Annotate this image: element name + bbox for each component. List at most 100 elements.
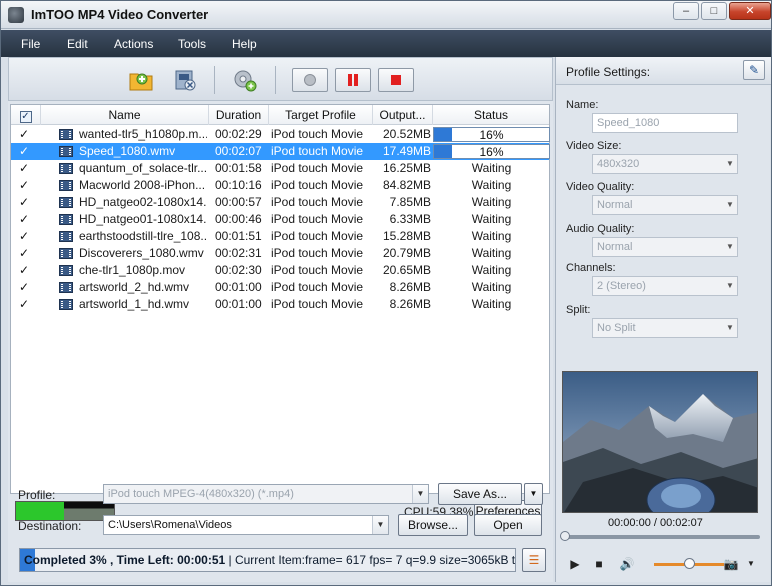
profile-select[interactable]: iPod touch MPEG-4(480x320) (*.mp4) ▼: [103, 484, 429, 504]
cell-status: Waiting: [471, 229, 512, 243]
cell-duration: 00:01:51: [215, 229, 262, 243]
name-input[interactable]: Speed_1080: [592, 113, 738, 133]
column-name[interactable]: Name: [41, 105, 209, 125]
cell-status: 16%: [479, 128, 504, 142]
toolbar: [8, 57, 553, 101]
toolbar-separator: [275, 66, 276, 94]
cell-status: Waiting: [471, 161, 512, 175]
video-size-value: 480x320: [597, 158, 640, 170]
menu-file[interactable]: File: [21, 37, 40, 51]
maximize-button[interactable]: □: [701, 2, 727, 20]
play-icon[interactable]: ▶: [566, 555, 584, 573]
video-size-select[interactable]: 480x320 ▼: [592, 154, 738, 174]
menu-actions[interactable]: Actions: [114, 37, 153, 51]
row-checkbox[interactable]: ✓: [19, 298, 31, 311]
row-checkbox[interactable]: ✓: [19, 128, 31, 141]
cell-status: Waiting: [471, 280, 512, 294]
menu-tools[interactable]: Tools: [178, 37, 206, 51]
remove-file-icon[interactable]: [171, 67, 199, 93]
table-row[interactable]: ✓ Macworld 2008-iPhon... 00:10:16 iPod touc…: [11, 177, 549, 194]
video-quality-value: Normal: [597, 199, 633, 211]
table-row[interactable]: ✓ quantum_of_solace-tlr... 00:01:58 iPod to…: [11, 160, 549, 177]
record-button[interactable]: [292, 68, 328, 92]
add-profile-gear-icon[interactable]: [231, 67, 259, 93]
cell-profile: iPod touch Movie: [271, 229, 364, 243]
save-as-dropdown-button[interactable]: ▼: [524, 483, 543, 505]
row-checkbox[interactable]: ✓: [19, 230, 31, 243]
row-checkbox[interactable]: ✓: [19, 264, 31, 277]
cell-profile: iPod touch Movie: [271, 246, 364, 260]
row-checkbox[interactable]: ✓: [19, 281, 31, 294]
chevron-down-icon: ▼: [726, 159, 734, 168]
browse-button[interactable]: Browse...: [398, 514, 468, 536]
table-row[interactable]: ✓ artsworld_2_hd.wmv 00:01:00 iPod touch Mo…: [11, 279, 549, 296]
seek-handle[interactable]: [560, 531, 570, 541]
cell-duration: 00:02:07: [215, 144, 262, 158]
edit-profile-icon[interactable]: ✎: [743, 60, 765, 80]
pause-button[interactable]: [335, 68, 371, 92]
save-as-button[interactable]: Save As...: [438, 483, 522, 505]
table-row[interactable]: ✓ HD_natgeo02-1080x14... 00:00:57 iPod touc…: [11, 194, 549, 211]
cell-output: 15.28MB: [382, 229, 431, 243]
stop-button[interactable]: [378, 68, 414, 92]
chevron-down-icon[interactable]: ▼: [742, 555, 760, 573]
column-status[interactable]: Status: [433, 105, 549, 125]
row-checkbox[interactable]: ✓: [19, 162, 31, 175]
table-row[interactable]: ✓ wanted-tlr5_h1080p.m... 00:02:29 iPod tou…: [11, 126, 550, 143]
cell-duration: 00:01:58: [215, 161, 262, 175]
minimize-button[interactable]: –: [673, 2, 699, 20]
column-target-profile[interactable]: Target Profile: [269, 105, 373, 125]
video-file-icon: [59, 180, 73, 191]
cell-name: earthstoodstill-tlre_108...: [79, 229, 207, 243]
row-checkbox[interactable]: ✓: [19, 145, 31, 158]
volume-handle[interactable]: [684, 558, 695, 569]
table-row[interactable]: ✓ che-tlr1_1080p.mov 00:02:30 iPod touch Mo…: [11, 262, 549, 279]
app-logo-icon: [8, 7, 24, 23]
column-output[interactable]: Output...: [373, 105, 433, 125]
open-button[interactable]: Open: [474, 514, 542, 536]
select-all-checkbox[interactable]: ✓: [11, 105, 41, 125]
table-row[interactable]: ✓ Speed_1080.wmv 00:02:07 iPod touch Movie 1…: [11, 143, 550, 160]
column-duration[interactable]: Duration: [209, 105, 269, 125]
speaker-icon[interactable]: 🔊: [618, 555, 636, 573]
cell-output: 6.33MB: [389, 212, 431, 226]
snapshot-camera-icon[interactable]: 📷: [722, 555, 740, 573]
destination-input[interactable]: C:\Users\Romena\Videos ▼: [103, 515, 389, 535]
menu-help[interactable]: Help: [232, 37, 257, 51]
split-select[interactable]: No Split ▼: [592, 318, 738, 338]
channels-select[interactable]: 2 (Stereo) ▼: [592, 276, 738, 296]
seek-bar[interactable]: [564, 535, 760, 539]
row-checkbox[interactable]: ✓: [19, 196, 31, 209]
cell-duration: 00:02:30: [215, 263, 262, 277]
chevron-down-icon: ▼: [412, 485, 428, 503]
cell-duration: 00:01:00: [215, 280, 262, 294]
profile-value: iPod touch MPEG-4(480x320) (*.mp4): [108, 488, 294, 500]
table-row[interactable]: ✓ artsworld_1_hd.wmv 00:01:00 iPod touch Mo…: [11, 296, 549, 313]
cell-name: quantum_of_solace-tlr...: [79, 161, 207, 175]
cell-profile: iPod touch Movie: [271, 263, 364, 277]
cell-profile: iPod touch Movie: [271, 280, 364, 294]
video-file-icon: [59, 282, 73, 293]
cell-output: 20.52MB: [382, 127, 431, 141]
log-icon[interactable]: ☰: [522, 548, 546, 572]
table-row[interactable]: ✓ earthstoodstill-tlre_108... 00:01:51 iPod…: [11, 228, 549, 245]
stop-playback-icon[interactable]: ■: [590, 555, 608, 573]
playback-time: 00:00:00 / 00:02:07: [608, 517, 703, 529]
cell-duration: 00:01:00: [215, 297, 262, 311]
audio-quality-value: Normal: [597, 241, 633, 253]
profile-settings-pane: Profile Settings: ✎ Name: Speed_1080 Vid…: [555, 57, 771, 582]
menu-edit[interactable]: Edit: [67, 37, 88, 51]
split-value: No Split: [597, 322, 636, 334]
cell-output: 8.26MB: [389, 280, 431, 294]
video-quality-select[interactable]: Normal ▼: [592, 195, 738, 215]
row-checkbox[interactable]: ✓: [19, 179, 31, 192]
cell-profile: iPod touch Movie: [271, 212, 364, 226]
audio-quality-select[interactable]: Normal ▼: [592, 237, 738, 257]
cell-output: 7.85MB: [389, 195, 431, 209]
row-checkbox[interactable]: ✓: [19, 213, 31, 226]
table-row[interactable]: ✓ Discoverers_1080.wmv 00:02:31 iPod touch …: [11, 245, 549, 262]
close-button[interactable]: ✕: [729, 2, 771, 20]
table-row[interactable]: ✓ HD_natgeo01-1080x14... 00:00:46 iPod touc…: [11, 211, 549, 228]
row-checkbox[interactable]: ✓: [19, 247, 31, 260]
add-file-icon[interactable]: [127, 67, 155, 93]
